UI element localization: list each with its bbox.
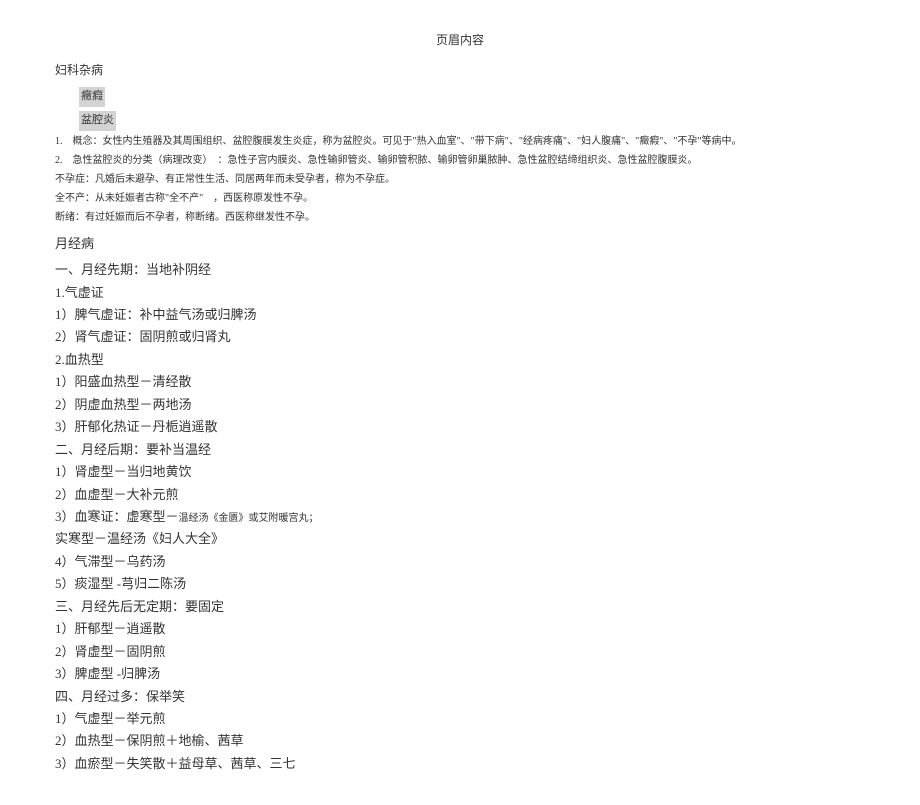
content-line: 二、月经后期：要补当温经 xyxy=(55,439,865,460)
content-line: 1）气虚型－举元煎 xyxy=(55,708,865,729)
content-line: 2）肾虚型－固阴煎 xyxy=(55,641,865,662)
highlighted-term: 盆腔炎 xyxy=(79,111,116,131)
content-line: 三、月经先后无定期：要固定 xyxy=(55,596,865,617)
content-line: 1）肝郁型－逍遥散 xyxy=(55,618,865,639)
content-line: 实寒型－温经汤《妇人大全》 xyxy=(55,528,865,549)
content-line: 1）阳盛血热型－清经散 xyxy=(55,371,865,392)
content-line: 1）肾虚型－当归地黄饮 xyxy=(55,461,865,482)
intro-line: 全不产：从未妊娠者古称"全不产" ，西医称原发性不孕。 xyxy=(55,190,865,207)
content-line: 1）脾气虚证：补中益气汤或归脾汤 xyxy=(55,304,865,325)
content-line: 1.气虚证 xyxy=(55,282,865,303)
content-line: 2）阴虚血热型－两地汤 xyxy=(55,394,865,415)
content-line: 2）肾气虚证：固阴煎或归肾丸 xyxy=(55,326,865,347)
page-header: 页眉内容 xyxy=(55,30,865,52)
content-line: 2.血热型 xyxy=(55,349,865,370)
content-line: 2）血虚型－大补元煎 xyxy=(55,484,865,505)
intro-line: 1. 概念：女性内生殖器及其周围组织、盆腔腹膜发生炎症，称为盆腔炎。可见于"热入… xyxy=(55,133,865,150)
content-line: 四、月经过多：保举笑 xyxy=(55,686,865,707)
content-line: 一、月经先期：当地补阴经 xyxy=(55,259,865,280)
content-line: 2）血热型－保阴煎＋地榆、茜草 xyxy=(55,730,865,751)
main-title: 妇科杂病 xyxy=(55,60,865,82)
content-line: 3）血寒证：虚寒型－温经汤《金匮》或艾附暖宫丸； xyxy=(55,506,865,528)
section-heading: 月经病 xyxy=(55,232,865,255)
content-line: 3）肝郁化热证－丹栀逍遥散 xyxy=(55,416,865,437)
content-line: 4）气滞型－乌药汤 xyxy=(55,551,865,572)
intro-line: 2. 急性盆腔炎的分类（病理改变） ：急性子宫内膜炎、急性输卵管炎、输卵管积脓、… xyxy=(55,152,865,169)
content-line: 3）脾虚型 -归脾汤 xyxy=(55,663,865,684)
intro-line: 不孕症：凡婚后未避孕、有正常性生活、同居两年而未受孕者，称为不孕症。 xyxy=(55,171,865,188)
content-line: 3）血瘀型－失笑散＋益母草、茜草、三七 xyxy=(55,753,865,774)
highlighted-term: 癥瘕 xyxy=(79,87,105,107)
intro-line: 断绪：有过妊娠而后不孕者，称断绪。西医称继发性不孕。 xyxy=(55,209,865,226)
content-line: 5）痰湿型 -芎归二陈汤 xyxy=(55,573,865,594)
